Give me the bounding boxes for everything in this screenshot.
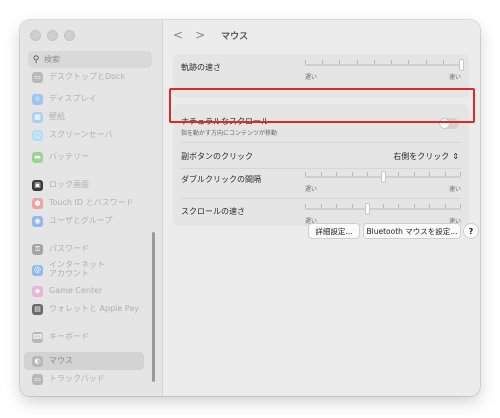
double-click-slider[interactable]: 遅い 速い <box>305 170 461 194</box>
fingerprint-icon: ● <box>32 197 43 209</box>
settings-window: ⚲ 検索 ▭ デスクトップとDock ☼ ディスプレイ ▦ 壁紙 ▢ スクリーンセーバ ▬ バッテ… <box>20 20 480 396</box>
natural-scroll-description: 指を動かす方向にコンテンツが移動 <box>181 130 278 137</box>
sidebar-item-battery[interactable]: ▬ バッテリー <box>24 148 144 166</box>
key-icon: ⚿ <box>32 243 43 255</box>
sidebar: ⚲ 検索 ▭ デスクトップとDock ☼ ディスプレイ ▦ 壁紙 ▢ スクリーンセーバ ▬ バッテ… <box>20 20 163 396</box>
trackpad-icon: ▭ <box>32 373 43 385</box>
search-icon: ⚲ <box>32 54 40 65</box>
tracking-slow-label: 遅い <box>305 74 318 81</box>
bluetooth-mouse-setup-button[interactable]: Bluetooth マウスを設定... <box>363 223 461 239</box>
updown-chevron-icon: ⇕ <box>452 152 459 161</box>
screensaver-icon: ▢ <box>32 129 43 141</box>
advanced-settings-button[interactable]: 詳細設定... <box>308 223 360 239</box>
double-click-label: ダブルクリックの間隔 <box>181 175 261 184</box>
keyboard-icon: ⌨ <box>32 331 43 343</box>
sidebar-item-dock[interactable]: ▭ デスクトップとDock <box>24 68 144 86</box>
window-controls <box>30 30 75 41</box>
sidebar-item-lock[interactable]: ▣ ロック画面 <box>24 176 144 194</box>
scroll-speed-slider-knob[interactable] <box>365 203 371 215</box>
tracking-fast-label: 速い <box>448 74 461 81</box>
forward-button[interactable]: > <box>195 28 205 42</box>
help-button[interactable]: ? <box>463 223 479 239</box>
sidebar-item-users[interactable]: ◉ ユーザとグループ <box>24 212 144 230</box>
sidebar-item-keyboard[interactable]: ⌨ キーボード <box>24 328 144 346</box>
sidebar-item-trackpad[interactable]: ▭ トラックパッド <box>24 370 144 388</box>
sidebar-item-label: ウォレットと Apple Pay <box>49 303 139 313</box>
battery-icon: ▬ <box>32 151 43 163</box>
search-placeholder: 検索 <box>44 55 60 64</box>
sidebar-item-screensaver[interactable]: ▢ スクリーンセーバ <box>24 126 144 144</box>
main-pane: < > マウス 軌跡の速さ 遅い 速い ナチュラルなスクロール 指を動かす方向に… <box>163 20 480 396</box>
sidebar-item-wallpaper[interactable]: ▦ 壁紙 <box>24 108 144 126</box>
double-click-fast-label: 速い <box>448 186 461 193</box>
close-button[interactable] <box>30 30 41 41</box>
search-field[interactable]: ⚲ 検索 <box>28 51 152 68</box>
back-button[interactable]: < <box>173 28 183 42</box>
sidebar-item-label: Touch ID とパスワード <box>49 197 134 207</box>
scroll-speed-label: スクロールの速さ <box>181 207 245 216</box>
sidebar-item-display[interactable]: ☼ ディスプレイ <box>24 90 144 108</box>
zoom-button[interactable] <box>64 30 75 41</box>
sidebar-item-wallet[interactable]: ▤ ウォレットと Apple Pay <box>24 300 144 318</box>
secondary-click-select[interactable]: 右側をクリック ⇕ <box>393 151 459 162</box>
sidebar-item-label: Game Center <box>49 285 103 295</box>
sidebar-item-label: 壁紙 <box>49 111 65 121</box>
sidebar-item-key[interactable]: ⚿ パスワード <box>24 240 144 258</box>
sidebar-item-label: パスワード <box>49 243 89 253</box>
double-click-slider-knob[interactable] <box>381 171 386 183</box>
display-icon: ☼ <box>32 93 43 105</box>
toolbar: < > マウス <box>173 28 248 42</box>
sidebar-item-label: バッテリー <box>49 151 89 161</box>
wallet-icon: ▤ <box>32 303 43 315</box>
sidebar-item-label: デスクトップとDock <box>49 71 126 81</box>
natural-scroll-highlight <box>169 88 475 123</box>
secondary-click-label: 副ボタンのクリック <box>181 152 253 161</box>
tracking-slider-knob[interactable] <box>459 59 464 71</box>
dock-icon: ▭ <box>32 71 43 83</box>
mouse-icon: ◐ <box>32 355 43 367</box>
sidebar-item-label: スクリーンセーバ <box>49 129 113 139</box>
tracking-slider[interactable]: 遅い 速い <box>305 58 464 82</box>
sidebar-item-at[interactable]: @ インターネット アカウント <box>24 258 144 282</box>
sidebar-item-label: ユーザとグループ <box>49 215 113 225</box>
users-icon: ◉ <box>32 215 43 227</box>
sidebar-item-mouse[interactable]: ◐ マウス <box>24 352 144 370</box>
secondary-click-value: 右側をクリック <box>393 152 450 161</box>
tracking-label: 軌跡の速さ <box>181 63 221 72</box>
lock-icon: ▣ <box>32 179 43 191</box>
sidebar-scrollbar[interactable] <box>152 232 155 382</box>
sidebar-item-label: ロック画面 <box>49 179 89 189</box>
double-click-slow-label: 遅い <box>305 186 318 193</box>
sidebar-item-label: インターネット アカウント <box>49 260 105 278</box>
wallpaper-icon: ▦ <box>32 111 43 123</box>
minimize-button[interactable] <box>47 30 58 41</box>
page-title: マウス <box>221 31 249 42</box>
at-icon: @ <box>32 264 43 276</box>
sidebar-item-label: マウス <box>49 355 73 365</box>
sidebar-item-label: トラックパッド <box>49 373 105 383</box>
sidebar-item-label: ディスプレイ <box>49 93 97 103</box>
sidebar-item-game-center[interactable]: ◆ Game Center <box>24 282 144 300</box>
game-center-icon: ◆ <box>32 285 43 297</box>
sidebar-item-label: キーボード <box>49 331 89 341</box>
sidebar-item-fingerprint[interactable]: ● Touch ID とパスワード <box>24 194 144 212</box>
